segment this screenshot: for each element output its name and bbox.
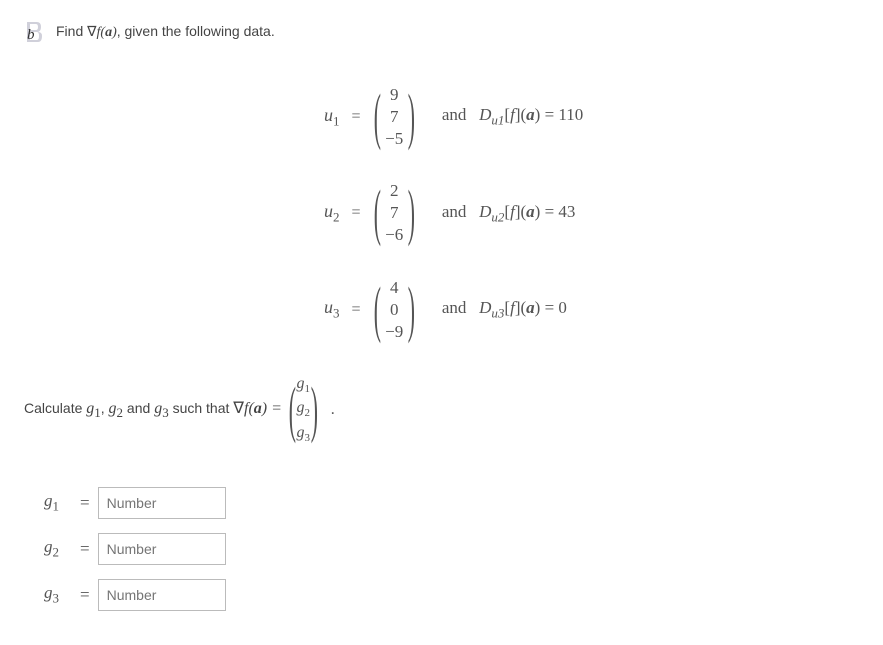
g2-input[interactable] xyxy=(98,533,226,565)
question-header: b Find ∇f(a), given the following data. xyxy=(24,20,859,44)
equation-row-3: u3 = ( 4 0 −9 ) and Du3[f](a) = 0 xyxy=(324,277,859,343)
part-letter: b xyxy=(27,27,35,43)
input-row-g3: g3 = xyxy=(44,579,859,611)
equation-row-1: u1 = ( 9 7 −5 ) and Du1[f](a) = 110 xyxy=(324,84,859,150)
given-equations: u1 = ( 9 7 −5 ) and Du1[f](a) = 110 u2 =… xyxy=(324,84,859,343)
answer-inputs: g1 = g2 = g3 = xyxy=(44,487,859,611)
vector-u2: ( 2 7 −6 ) xyxy=(367,180,422,246)
vector-u1: ( 9 7 −5 ) xyxy=(367,84,422,150)
calculate-prompt: Calculate g1, g2 and g3 such that ∇f(a) … xyxy=(24,373,859,447)
g3-input[interactable] xyxy=(98,579,226,611)
equation-row-2: u2 = ( 2 7 −6 ) and Du2[f](a) = 43 xyxy=(324,180,859,246)
question-prompt: Find ∇f(a), given the following data. xyxy=(56,23,275,41)
period: . xyxy=(331,401,335,419)
gradient-vector: ( g1 g2 g3 ) xyxy=(282,373,325,447)
input-row-g1: g1 = xyxy=(44,487,859,519)
vector-u3: ( 4 0 −9 ) xyxy=(367,277,422,343)
input-row-g2: g2 = xyxy=(44,533,859,565)
part-label-icon: b xyxy=(24,20,44,44)
g1-input[interactable] xyxy=(98,487,226,519)
